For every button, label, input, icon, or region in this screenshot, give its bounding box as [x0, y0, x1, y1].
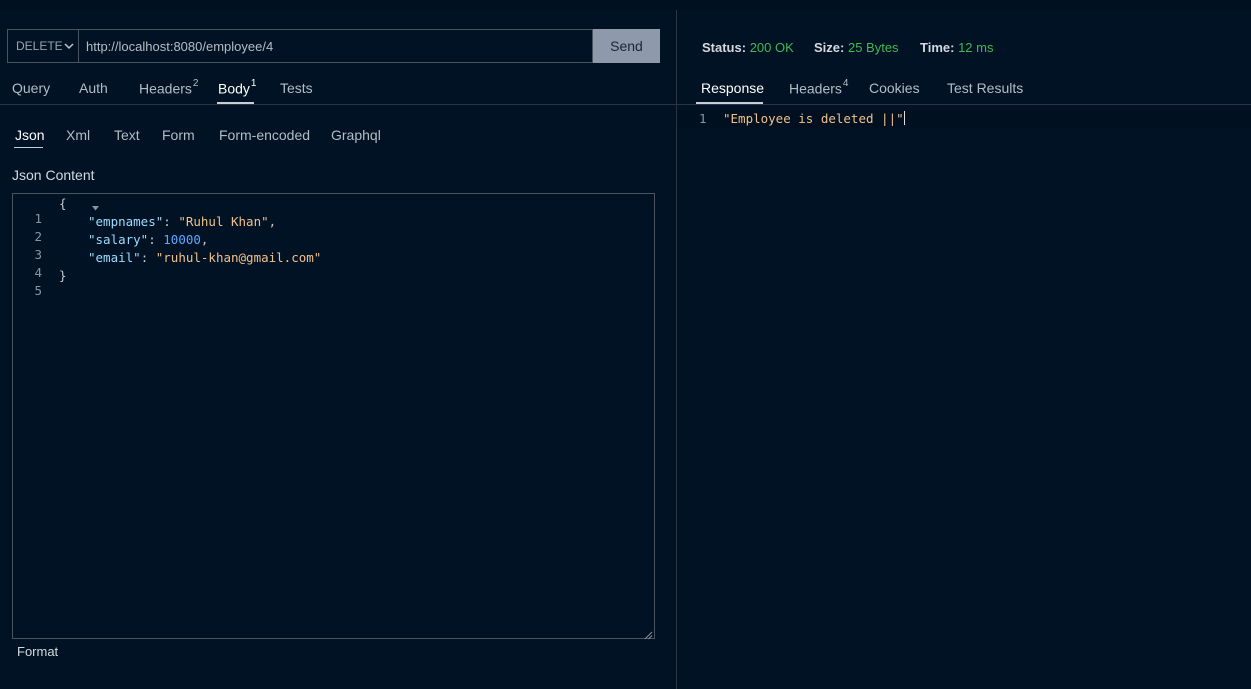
format-button[interactable]: Format	[17, 644, 58, 659]
body-count-badge: 1	[250, 78, 257, 89]
status-value: 200 OK	[749, 40, 794, 55]
divider	[677, 104, 1251, 105]
chevron-down-icon	[62, 41, 74, 54]
line-number: 5	[34, 283, 42, 298]
headers-count-badge: 2	[192, 78, 199, 89]
request-tabs: Query Auth Headers2 Body1 Tests	[0, 74, 676, 105]
tab-response[interactable]: Response	[701, 80, 764, 96]
json-key: "empnames"	[88, 214, 164, 229]
url-input[interactable]: http://localhost:8080/employee/4	[78, 29, 593, 63]
time-info: Time: 12 ms	[920, 40, 994, 55]
code-line: 5 }	[13, 268, 653, 298]
tab-headers[interactable]: Headers2	[139, 78, 199, 97]
active-body-type-indicator	[14, 147, 43, 148]
open-brace: {	[59, 196, 67, 211]
response-body[interactable]: 1 "Employee is deleted ||"	[677, 110, 1251, 128]
json-key: "salary"	[88, 232, 149, 247]
line-number: 1	[699, 111, 707, 126]
rest-client-window: DELETE http://localhost:8080/employee/4 …	[0, 0, 1251, 689]
tab-query[interactable]: Query	[12, 80, 50, 96]
send-button[interactable]: Send	[593, 29, 660, 63]
tab-cookies[interactable]: Cookies	[869, 80, 920, 96]
json-value: "Ruhul Khan"	[178, 214, 269, 229]
json-value: "ruhul-khan@gmail.com"	[155, 250, 322, 265]
tab-auth[interactable]: Auth	[79, 80, 108, 96]
json-content-label: Json Content	[12, 167, 95, 183]
method-value: DELETE	[16, 39, 63, 53]
size-info: Size: 25 Bytes	[814, 40, 899, 55]
divider	[0, 104, 676, 105]
text-cursor	[903, 111, 905, 125]
request-pane: DELETE http://localhost:8080/employee/4 …	[0, 0, 676, 689]
json-key: "email"	[88, 250, 141, 265]
time-value: 12 ms	[958, 40, 994, 55]
body-type-xml[interactable]: Xml	[66, 127, 90, 143]
code-line: 1 {	[13, 196, 653, 226]
tab-body[interactable]: Body1	[218, 78, 257, 97]
code-line: 3 "salary": 10000,	[13, 232, 653, 262]
tab-response-headers[interactable]: Headers4	[789, 78, 849, 97]
json-editor[interactable]: 1 { 2 "empnames": "Ruhul Khan", 3 "salar…	[12, 193, 655, 640]
body-type-json[interactable]: Json	[15, 127, 45, 143]
body-type-form[interactable]: Form	[162, 127, 195, 143]
method-select[interactable]: DELETE	[7, 29, 78, 63]
close-brace: }	[59, 268, 67, 283]
code-line: 2 "empnames": "Ruhul Khan",	[13, 214, 653, 244]
size-value: 25 Bytes	[847, 40, 899, 55]
status-info: Status: 200 OK	[702, 40, 794, 55]
tab-test-results[interactable]: Test Results	[947, 80, 1023, 96]
response-headers-count-badge: 4	[842, 78, 849, 89]
code-line: 4 "email": "ruhul-khan@gmail.com"	[13, 250, 653, 280]
tab-tests[interactable]: Tests	[280, 80, 313, 96]
response-pane: Status: 200 OK Size: 25 Bytes Time: 12 m…	[677, 0, 1251, 689]
body-type-text[interactable]: Text	[114, 127, 140, 143]
json-value: 10000	[163, 232, 201, 247]
body-type-graphql[interactable]: Graphql	[331, 127, 381, 143]
response-text: "Employee is deleted ||"	[723, 111, 904, 126]
body-type-form-encoded[interactable]: Form-encoded	[219, 127, 310, 143]
url-bar: DELETE http://localhost:8080/employee/4 …	[7, 29, 660, 63]
resize-handle-icon[interactable]	[644, 628, 653, 640]
